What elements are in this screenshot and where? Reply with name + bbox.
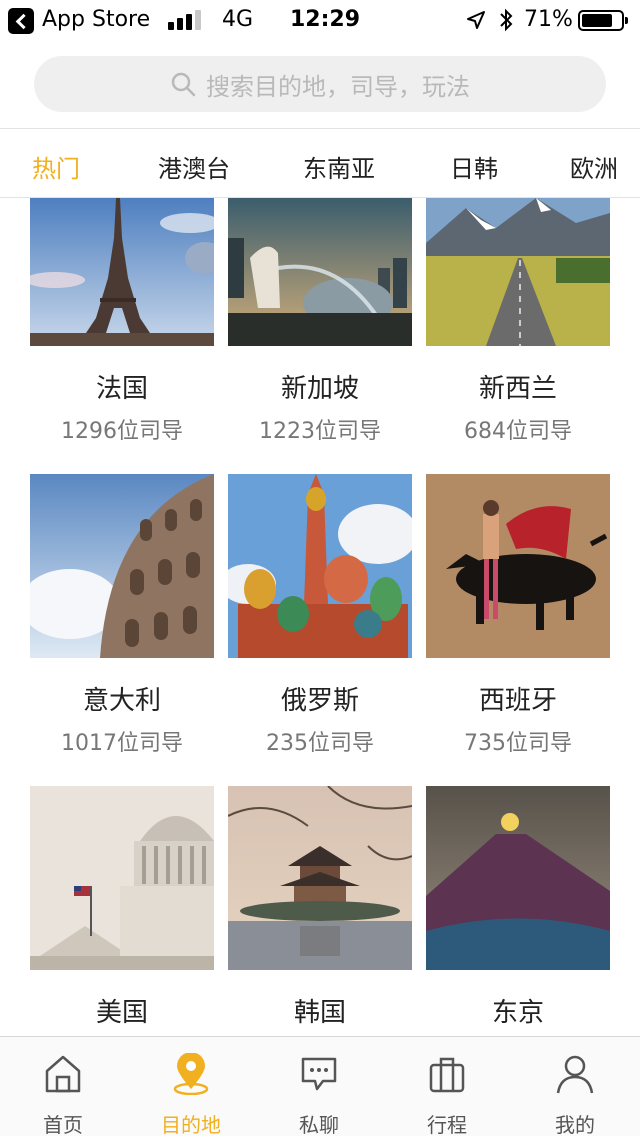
nav-label: 首页 bbox=[43, 1113, 83, 1136]
destination-name: 俄罗斯 bbox=[280, 686, 359, 716]
korean-pavilion-photo bbox=[228, 786, 412, 970]
capitol-dome-photo bbox=[30, 786, 214, 970]
nav-label: 目的地 bbox=[161, 1113, 221, 1136]
destination-name: 意大利 bbox=[82, 686, 161, 716]
destination-name: 韩国 bbox=[293, 998, 346, 1028]
network-type: 4G bbox=[222, 7, 254, 32]
location-arrow-icon bbox=[467, 11, 485, 29]
back-arrow-icon[interactable] bbox=[8, 8, 34, 34]
destination-card[interactable]: 意大利 1017位司导 bbox=[30, 474, 214, 757]
status-bar: App Store 4G 12:29 71% bbox=[0, 0, 640, 40]
luggage-icon bbox=[429, 1057, 465, 1093]
region-tabs: 热门 港澳台 东南亚 日韩 欧洲 bbox=[0, 128, 640, 198]
destination-name: 美国 bbox=[95, 998, 148, 1028]
nav-me[interactable]: 我的 bbox=[525, 1037, 625, 1136]
mount-fuji-moon-photo bbox=[426, 786, 610, 970]
search-icon bbox=[171, 72, 196, 97]
tab-hk-macau-taiwan[interactable]: 港澳台 bbox=[158, 149, 230, 184]
guide-count: 684位司导 bbox=[464, 419, 572, 444]
nav-chat[interactable]: 私聊 bbox=[269, 1037, 369, 1136]
merlion-photo bbox=[228, 198, 412, 346]
guide-count: 735位司导 bbox=[464, 731, 572, 756]
colosseum-photo bbox=[30, 474, 214, 658]
eiffel-tower-photo bbox=[30, 198, 214, 346]
back-app-label[interactable]: App Store bbox=[42, 7, 150, 32]
nav-label: 我的 bbox=[555, 1113, 595, 1136]
guide-count: 235位司导 bbox=[266, 731, 374, 756]
destination-card[interactable]: 俄罗斯 235位司导 bbox=[228, 474, 412, 757]
bluetooth-icon bbox=[500, 8, 513, 32]
destination-grid: 法国 1296位司导 新加坡 1223位司导 新西兰 684位司导 意大利 10… bbox=[0, 198, 640, 1036]
search-bar[interactable]: 搜索目的地，司导，玩法 bbox=[34, 56, 606, 112]
destination-name: 新西兰 bbox=[478, 374, 557, 404]
tab-europe[interactable]: 欧洲 bbox=[570, 149, 618, 184]
destination-name: 西班牙 bbox=[478, 686, 557, 716]
destination-card[interactable]: 新加坡 1223位司导 bbox=[228, 198, 412, 445]
nav-label: 私聊 bbox=[299, 1113, 339, 1136]
destination-name: 新加坡 bbox=[280, 374, 359, 404]
clock: 12:29 bbox=[290, 7, 361, 32]
guide-count: 1223位司导 bbox=[259, 419, 381, 444]
mountain-road-photo bbox=[426, 198, 610, 346]
tab-hot[interactable]: 热门 bbox=[32, 149, 80, 184]
destination-card[interactable]: 韩国 bbox=[228, 786, 412, 1036]
home-icon bbox=[45, 1055, 81, 1093]
chat-bubble-icon bbox=[301, 1057, 337, 1091]
nav-itinerary[interactable]: 行程 bbox=[397, 1037, 497, 1136]
nav-home[interactable]: 首页 bbox=[13, 1037, 113, 1136]
destination-name: 法国 bbox=[95, 374, 148, 404]
search-input[interactable]: 搜索目的地，司导，玩法 bbox=[206, 67, 470, 102]
nav-label: 行程 bbox=[427, 1113, 467, 1136]
st-basils-cathedral-photo bbox=[228, 474, 412, 658]
destination-card[interactable]: 东京 bbox=[426, 786, 610, 1036]
bullfight-photo bbox=[426, 474, 610, 658]
bottom-tab-bar: 首页 目的地 私聊 行程 我的 bbox=[0, 1036, 640, 1136]
destination-card[interactable]: 新西兰 684位司导 bbox=[426, 198, 610, 445]
destination-name: 东京 bbox=[491, 998, 544, 1028]
tab-southeast-asia[interactable]: 东南亚 bbox=[303, 149, 375, 184]
destination-card[interactable]: 法国 1296位司导 bbox=[30, 198, 214, 445]
destination-card[interactable]: 西班牙 735位司导 bbox=[426, 474, 610, 757]
location-pin-icon bbox=[173, 1053, 209, 1095]
battery-percent: 71% bbox=[524, 7, 573, 32]
guide-count: 1296位司导 bbox=[61, 419, 183, 444]
person-icon bbox=[556, 1055, 594, 1094]
guide-count: 1017位司导 bbox=[61, 731, 183, 756]
signal-icon bbox=[168, 10, 204, 30]
battery-icon bbox=[578, 10, 628, 31]
nav-destinations[interactable]: 目的地 bbox=[141, 1037, 241, 1136]
destination-card[interactable]: 美国 bbox=[30, 786, 214, 1036]
tab-japan-korea[interactable]: 日韩 bbox=[450, 149, 498, 184]
